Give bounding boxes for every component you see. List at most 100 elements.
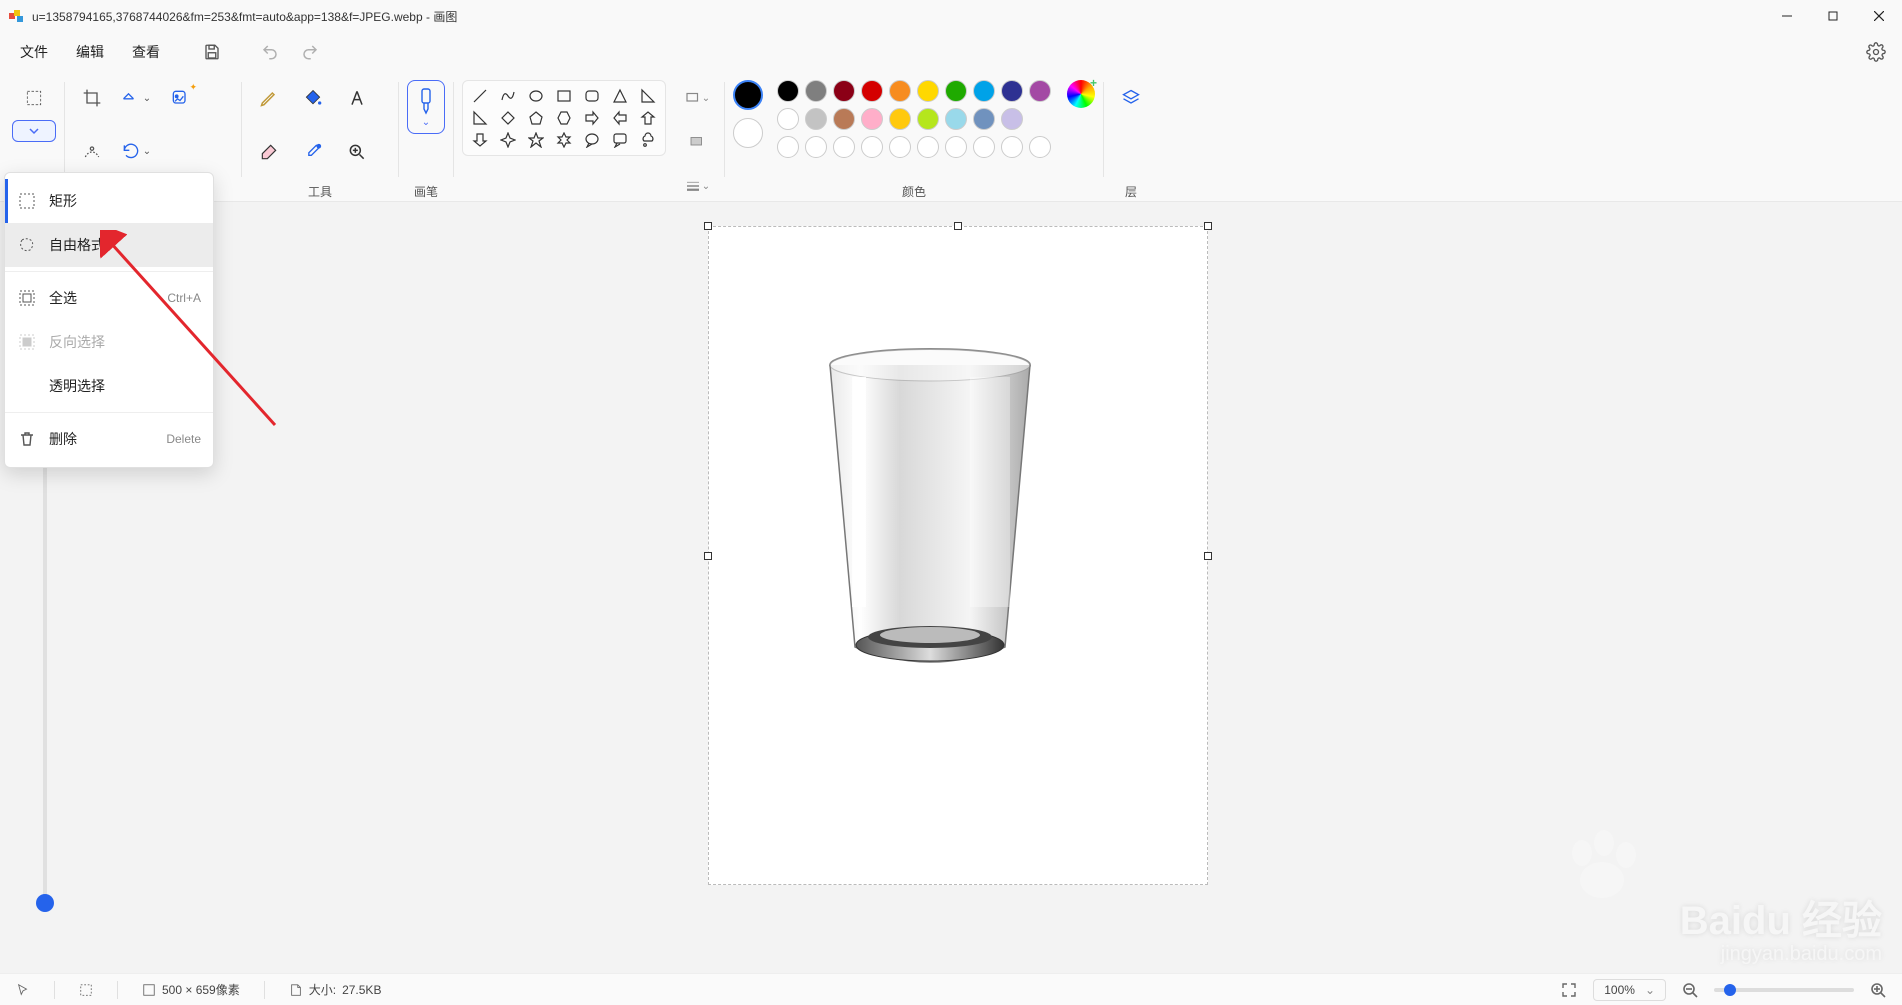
color-secondary[interactable] — [733, 118, 763, 148]
redo-button[interactable] — [292, 36, 328, 68]
shape-star5[interactable] — [525, 129, 547, 151]
color-swatch[interactable] — [1029, 80, 1051, 102]
undo-button[interactable] — [252, 36, 288, 68]
shape-width-button[interactable]: ⌄ — [678, 168, 716, 204]
shape-star4[interactable] — [497, 129, 519, 151]
magnifier-tool[interactable] — [338, 134, 376, 170]
shape-triangle[interactable] — [637, 85, 659, 107]
color-swatch[interactable] — [861, 108, 883, 130]
shape-diamond[interactable] — [497, 107, 519, 129]
shape-callout-rect[interactable] — [609, 129, 631, 151]
shape-rect[interactable] — [553, 85, 575, 107]
group-label-layers: 层 — [1125, 181, 1137, 201]
dd-transparent[interactable]: 透明选择 — [5, 364, 213, 408]
color-swatch[interactable] — [805, 108, 827, 130]
shape-fill-button[interactable] — [678, 124, 716, 160]
color-swatch-empty[interactable] — [861, 136, 883, 158]
shape-roundrect[interactable] — [581, 85, 603, 107]
ai-button[interactable]: ✦ — [161, 80, 199, 116]
color-swatch-empty[interactable] — [917, 136, 939, 158]
remove-bg-button[interactable] — [73, 134, 111, 170]
color-swatch-empty[interactable] — [945, 136, 967, 158]
dd-transparent-label: 透明选择 — [49, 376, 105, 396]
color-swatch[interactable] — [973, 80, 995, 102]
selection-dropdown[interactable] — [12, 120, 56, 142]
shape-pentagon[interactable] — [525, 107, 547, 129]
group-shapes: ⌄ ⌄ 形状 — [456, 74, 722, 201]
menubar: 文件 编辑 查看 — [0, 32, 1902, 72]
dd-select-all[interactable]: 全选 Ctrl+A — [5, 276, 213, 320]
zoom-out-button[interactable] — [1676, 982, 1704, 998]
shape-callout-cloud[interactable] — [637, 129, 659, 151]
brush-button[interactable]: ⌄ — [407, 80, 445, 134]
zoom-slider[interactable] — [1714, 988, 1854, 992]
shape-line[interactable] — [469, 85, 491, 107]
shape-arrow-r[interactable] — [581, 107, 603, 129]
color-swatch[interactable] — [777, 108, 799, 130]
color-swatch[interactable] — [1001, 80, 1023, 102]
dd-delete[interactable]: 删除 Delete — [5, 417, 213, 461]
color-swatch[interactable] — [861, 80, 883, 102]
shape-arrow-l[interactable] — [609, 107, 631, 129]
zoom-dropdown[interactable]: 100% ⌄ — [1593, 979, 1666, 1001]
color-swatch[interactable] — [889, 108, 911, 130]
color-swatch-empty[interactable] — [1029, 136, 1051, 158]
color-picker-button[interactable] — [1067, 80, 1095, 108]
color-swatch-empty[interactable] — [777, 136, 799, 158]
color-swatch[interactable] — [945, 80, 967, 102]
color-swatch[interactable] — [917, 80, 939, 102]
fill-tool[interactable] — [294, 80, 332, 116]
color-swatch[interactable] — [889, 80, 911, 102]
shape-polygon[interactable] — [609, 85, 631, 107]
menu-view[interactable]: 查看 — [120, 36, 172, 68]
zoom-in-button[interactable] — [1864, 982, 1892, 998]
shape-arrow-u[interactable] — [637, 107, 659, 129]
color-swatch-empty[interactable] — [805, 136, 827, 158]
selection-tool[interactable] — [15, 80, 53, 116]
shape-callout-round[interactable] — [581, 129, 603, 151]
color-swatch-empty[interactable] — [973, 136, 995, 158]
color-swatch-empty[interactable] — [833, 136, 855, 158]
shape-oval[interactable] — [525, 85, 547, 107]
crop-button[interactable] — [73, 80, 111, 116]
layers-button[interactable] — [1112, 80, 1150, 116]
shape-star6[interactable] — [553, 129, 575, 151]
shapes-gallery[interactable] — [462, 80, 666, 156]
canvas-viewport[interactable] — [80, 202, 1902, 973]
color-swatch[interactable] — [1001, 108, 1023, 130]
color-swatch[interactable] — [833, 108, 855, 130]
rotate-button[interactable]: ⌄ — [117, 134, 155, 170]
color-swatch[interactable] — [777, 80, 799, 102]
shape-hexagon[interactable] — [553, 107, 575, 129]
eyedropper-tool[interactable] — [294, 134, 332, 170]
save-button[interactable] — [194, 36, 230, 68]
color-swatch[interactable] — [973, 108, 995, 130]
eraser-tool[interactable] — [250, 134, 288, 170]
color-swatch-empty[interactable] — [889, 136, 911, 158]
pencil-tool[interactable] — [250, 80, 288, 116]
color-swatch[interactable] — [833, 80, 855, 102]
dd-rectangle[interactable]: 矩形 — [5, 179, 213, 223]
color-swatch[interactable] — [945, 108, 967, 130]
color-primary[interactable] — [733, 80, 763, 110]
resize-button[interactable]: ⌄ — [117, 80, 155, 116]
text-tool[interactable] — [338, 80, 376, 116]
maximize-button[interactable] — [1810, 0, 1856, 32]
color-swatch[interactable] — [917, 108, 939, 130]
color-swatch-empty[interactable] — [1001, 136, 1023, 158]
menu-edit[interactable]: 编辑 — [64, 36, 116, 68]
fit-screen-button[interactable] — [1555, 982, 1583, 998]
menu-file[interactable]: 文件 — [8, 36, 60, 68]
minimize-button[interactable] — [1764, 0, 1810, 32]
color-swatch[interactable] — [805, 80, 827, 102]
shape-arrow-d[interactable] — [469, 129, 491, 151]
settings-button[interactable] — [1858, 36, 1894, 68]
shape-outline-button[interactable]: ⌄ — [678, 80, 716, 116]
close-button[interactable] — [1856, 0, 1902, 32]
dd-select-all-label: 全选 — [49, 288, 77, 308]
dd-freeform-label: 自由格式 — [49, 235, 105, 255]
shape-rt-triangle[interactable] — [469, 107, 491, 129]
vertical-zoom-slider[interactable]: ◇ — [30, 422, 60, 912]
dd-freeform[interactable]: 自由格式 — [5, 223, 213, 267]
shape-curve[interactable] — [497, 85, 519, 107]
